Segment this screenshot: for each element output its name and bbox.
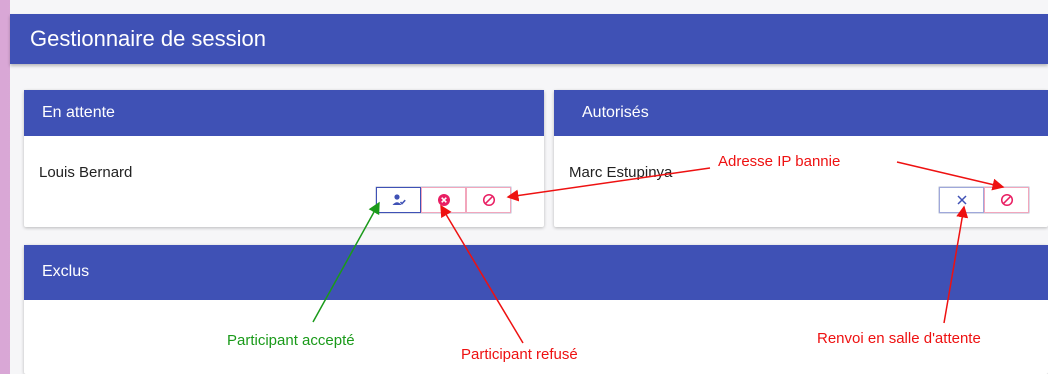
waiting-panel-header: En attente	[24, 90, 544, 136]
excluded-panel-header: Exclus	[24, 245, 1048, 300]
authorized-participant-name: Marc Estupinya	[569, 164, 673, 181]
waiting-panel: En attente Louis Bernard	[24, 90, 544, 227]
app-window: Gestionnaire de session En attente Louis…	[10, 0, 1048, 374]
block-icon	[482, 193, 495, 207]
close-icon	[956, 195, 967, 205]
authorized-panel-title: Autorisés	[582, 104, 649, 121]
app-header: Gestionnaire de session	[10, 14, 1048, 64]
excluded-panel-title: Exclus	[42, 263, 90, 280]
person-check-icon	[392, 194, 406, 205]
annotation-refused: Participant refusé	[461, 346, 578, 363]
waiting-actions	[375, 186, 512, 214]
waiting-panel-title: En attente	[42, 104, 115, 121]
annotation-accepted: Participant accepté	[227, 332, 355, 349]
page-title: Gestionnaire de session	[30, 26, 267, 51]
ban-ip-button-authorized[interactable]	[984, 187, 1029, 213]
block-icon	[1000, 193, 1013, 207]
accept-participant-button[interactable]	[376, 187, 421, 213]
authorized-panel-header: Autorisés	[554, 90, 1048, 136]
refuse-participant-button[interactable]	[421, 187, 466, 213]
annotation-back-to-waiting: Renvoi en salle d'attente	[817, 330, 981, 347]
annotation-banned-ip: Adresse IP bannie	[718, 153, 841, 170]
send-back-to-waiting-button[interactable]	[939, 187, 984, 213]
cancel-circle-icon	[437, 194, 450, 206]
authorized-actions	[938, 186, 1030, 214]
ban-ip-button[interactable]	[466, 187, 511, 213]
waiting-participant-name: Louis Bernard	[39, 164, 133, 181]
